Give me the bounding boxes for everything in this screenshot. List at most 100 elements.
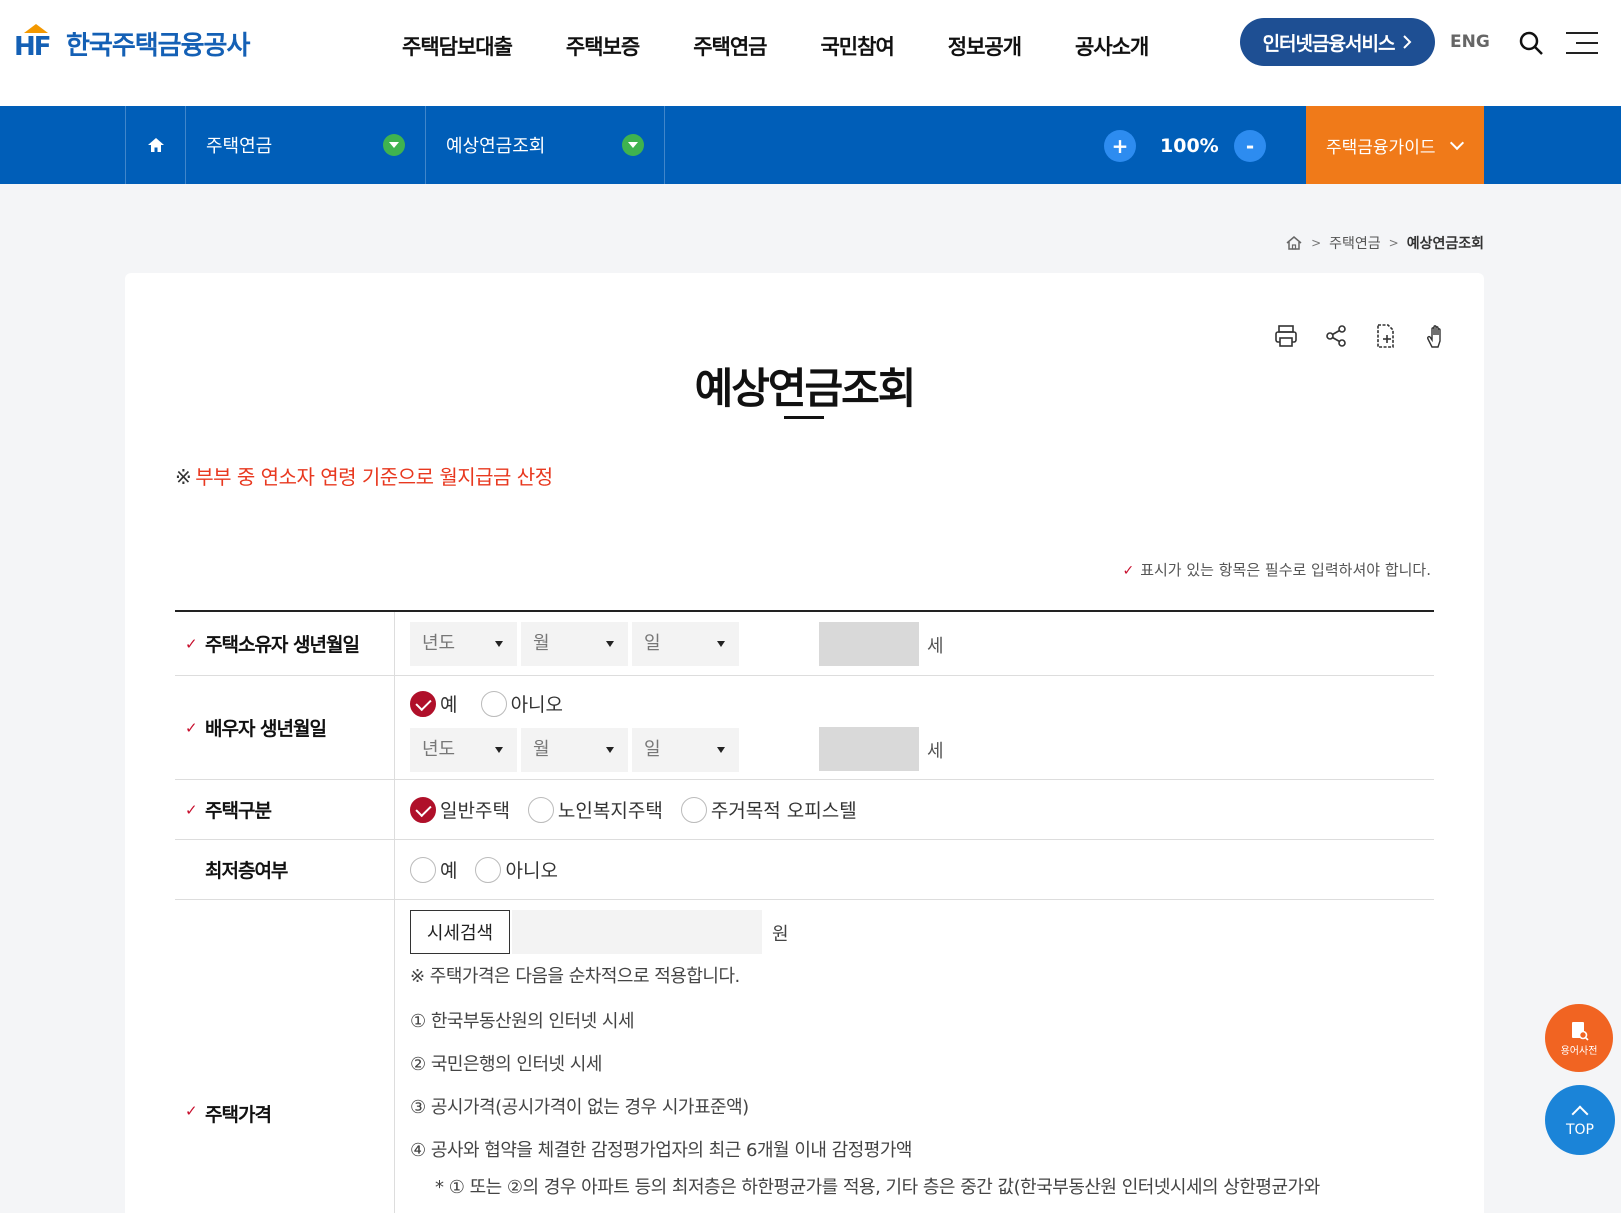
house-type-officetel-radio[interactable]: 주거목적 오피스텔 bbox=[680, 796, 857, 823]
page-title: 예상연금조회 bbox=[694, 364, 917, 413]
nav-item-participation[interactable]: 국민참여 bbox=[820, 31, 894, 61]
spouse-yes-radio[interactable]: 예 bbox=[410, 690, 457, 717]
price-search-button[interactable]: 시세검색 bbox=[410, 910, 510, 954]
housing-finance-guide-button[interactable]: 주택금융가이드 bbox=[1306, 106, 1484, 184]
zoom-level: 100% bbox=[1160, 135, 1219, 157]
dropdown-arrow-icon bbox=[622, 134, 644, 156]
house-type-general-radio[interactable]: 일반주택 bbox=[410, 796, 510, 823]
house-type-senior-welfare-label: 노인복지주택 bbox=[557, 800, 663, 822]
lang-eng-link[interactable]: ENG bbox=[1450, 32, 1490, 52]
print-icon[interactable] bbox=[1273, 323, 1299, 349]
owner-age-display bbox=[819, 622, 919, 666]
chevron-up-icon bbox=[1571, 1105, 1589, 1123]
house-type-field: 일반주택 노인복지주택 주거목적 오피스텔 bbox=[395, 780, 1434, 839]
zoom-in-button[interactable]: + bbox=[1104, 130, 1136, 162]
logo-text: 한국주택금융공사 bbox=[66, 30, 250, 61]
notice-mark: ※ bbox=[175, 465, 192, 489]
logo-mark-text: HF bbox=[14, 32, 52, 62]
page-tools bbox=[1273, 323, 1449, 349]
radio-checked-icon bbox=[410, 690, 436, 717]
nav-item-pension[interactable]: 주택연금 bbox=[693, 31, 767, 61]
book-search-icon bbox=[1572, 1021, 1589, 1041]
radio-unchecked-icon bbox=[480, 690, 507, 717]
spouse-birth-field: 예 아니오 년도 월 일 세 bbox=[395, 676, 1434, 779]
price-source-line-2: ② 국민은행의 인터넷 시세 bbox=[410, 1054, 602, 1075]
lowest-floor-field: 예 아니오 bbox=[395, 840, 1434, 899]
nav-dropdown-depth1[interactable]: 주택연금 bbox=[185, 106, 425, 184]
dropdown-arrow-icon bbox=[383, 134, 405, 156]
house-price-label-text: 주택가격 bbox=[205, 1104, 272, 1126]
chevron-right-icon: > bbox=[1388, 236, 1399, 250]
form-row-lowest-floor: 최저층여부 예 아니오 bbox=[175, 840, 1434, 900]
spouse-birth-month-select[interactable]: 월 bbox=[521, 728, 628, 772]
lowest-floor-no-radio[interactable]: 아니오 bbox=[475, 856, 558, 883]
radio-unchecked-icon bbox=[680, 796, 707, 823]
nav-item-mortgage[interactable]: 주택담보대출 bbox=[402, 31, 513, 61]
owner-birth-year-select[interactable]: 년도 bbox=[410, 622, 517, 666]
scroll-top-label: TOP bbox=[1565, 1122, 1594, 1138]
spouse-no-label: 아니오 bbox=[510, 694, 564, 716]
required-check-icon: ✓ bbox=[185, 1102, 198, 1120]
nav-dropdown-depth2[interactable]: 예상연금조회 bbox=[425, 106, 665, 184]
check-mark-icon: ✓ bbox=[1122, 563, 1135, 579]
owner-birth-day-select[interactable]: 일 bbox=[632, 622, 739, 666]
radio-unchecked-icon bbox=[475, 856, 502, 883]
nav-item-disclosure[interactable]: 정보공개 bbox=[948, 31, 1022, 61]
spouse-age-display bbox=[819, 727, 919, 771]
required-check-icon: ✓ bbox=[185, 634, 198, 653]
chevron-right-icon: > bbox=[1311, 236, 1322, 250]
sub-navbar: 주택연금 예상연금조회 + 100% - 주택금융가이드 bbox=[0, 106, 1621, 184]
owner-birth-month-select[interactable]: 월 bbox=[521, 622, 628, 666]
document-download-icon[interactable] bbox=[1373, 323, 1399, 349]
required-check-icon: ✓ bbox=[185, 800, 198, 819]
owner-birth-field: 년도 월 일 세 bbox=[395, 612, 1434, 675]
breadcrumb: > 주택연금 > 예상연금조회 bbox=[1285, 233, 1484, 253]
spouse-birth-year-select[interactable]: 년도 bbox=[410, 728, 517, 772]
required-check-icon: ✓ bbox=[185, 718, 198, 737]
home-icon[interactable] bbox=[1285, 235, 1303, 251]
spouse-birth-day-select[interactable]: 일 bbox=[632, 728, 739, 772]
radio-unchecked-icon bbox=[527, 796, 554, 823]
spouse-yes-label: 예 bbox=[440, 694, 458, 716]
lowest-floor-label-text: 최저층여부 bbox=[205, 860, 288, 882]
glossary-label: 용어사전 bbox=[1560, 1045, 1598, 1057]
house-type-label: ✓ 주택구분 bbox=[175, 780, 395, 839]
content-card: 예상연금조회 ※ 부부 중 연소자 연령 기준으로 월지급금 산정 ✓ 표시가 있는… bbox=[125, 273, 1484, 1213]
house-type-senior-welfare-radio[interactable]: 노인복지주택 bbox=[527, 796, 663, 823]
price-source-line-3: ③ 공시가격(공시가격이 없는 경우 시가표준액) bbox=[410, 1097, 749, 1118]
chevron-down-icon bbox=[1449, 135, 1465, 151]
scroll-top-button[interactable]: TOP bbox=[1545, 1085, 1615, 1155]
chevron-right-icon bbox=[1403, 35, 1412, 49]
house-price-field: 시세검색 원 ※ 주택가격은 다음을 순차적으로 적용합니다. ① 한국부동산원… bbox=[395, 900, 1434, 1213]
house-type-general-label: 일반주택 bbox=[440, 800, 510, 822]
nav-dropdown-depth2-label: 예상연금조회 bbox=[446, 136, 546, 157]
house-type-officetel-label: 주거목적 오피스텔 bbox=[710, 800, 857, 822]
nav-item-about[interactable]: 공사소개 bbox=[1075, 31, 1149, 61]
pension-form: ✓ 주택소유자 생년월일 년도 월 일 세 ✓ 배우자 생년월일 예 아니오 년도 월 일 … bbox=[175, 610, 1434, 1213]
main-nav: 주택담보대출 주택보증 주택연금 국민참여 정보공개 공사소개 bbox=[402, 0, 1202, 92]
spouse-age-unit: 세 bbox=[927, 741, 944, 762]
owner-birth-label: ✓ 주택소유자 생년월일 bbox=[175, 612, 395, 675]
share-icon[interactable] bbox=[1323, 323, 1349, 349]
required-note: ✓ 표시가 있는 항목은 필수로 입력하셔야 합니다. bbox=[1122, 559, 1431, 580]
internet-finance-button[interactable]: 인터넷금융서비스 bbox=[1240, 18, 1435, 66]
title-divider bbox=[784, 416, 824, 419]
breadcrumb-item[interactable]: 주택연금 bbox=[1329, 233, 1381, 253]
house-price-unit: 원 bbox=[772, 924, 789, 945]
nav-item-guarantee[interactable]: 주택보증 bbox=[566, 31, 640, 61]
form-row-house-price: ✓ 주택가격 시세검색 원 ※ 주택가격은 다음을 순차적으로 적용합니다. ① … bbox=[175, 900, 1434, 1213]
site-logo[interactable]: HF 한국주택금융공사 bbox=[14, 24, 250, 62]
lowest-floor-yes-radio[interactable]: 예 bbox=[410, 856, 457, 883]
search-icon[interactable] bbox=[1518, 30, 1544, 56]
glossary-button[interactable]: 용어사전 bbox=[1545, 1004, 1613, 1072]
home-icon bbox=[147, 138, 164, 152]
touch-hand-icon[interactable] bbox=[1423, 323, 1449, 349]
zoom-out-button[interactable]: - bbox=[1234, 130, 1266, 162]
home-button[interactable] bbox=[125, 106, 185, 184]
spouse-birth-label: ✓ 배우자 생년월일 bbox=[175, 676, 395, 779]
house-price-input[interactable] bbox=[512, 910, 762, 954]
lowest-floor-label: 최저층여부 bbox=[175, 840, 395, 899]
hamburger-menu-icon[interactable] bbox=[1566, 32, 1598, 54]
spouse-no-radio[interactable]: 아니오 bbox=[480, 690, 564, 717]
radio-unchecked-icon bbox=[410, 856, 436, 883]
